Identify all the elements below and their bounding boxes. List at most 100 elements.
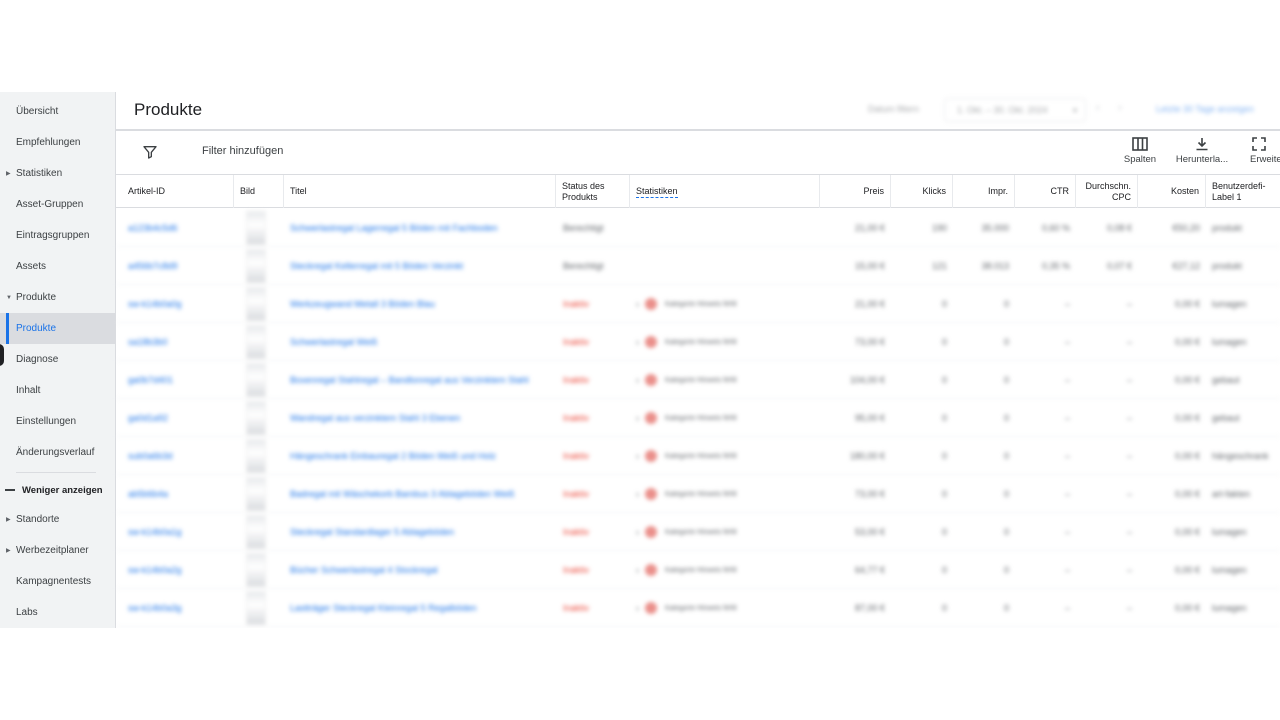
sidebar-item-label: Standorte [16, 514, 60, 525]
table-row[interactable]: sub0a6b3d Hängeschrank Einbauregal 2 Böde… [116, 437, 1280, 475]
item-id-link[interactable]: sw-k14b0a3g [128, 589, 182, 627]
table-row[interactable]: ga0b7d401 Boxenregal Stahlregal – Bandlon… [116, 361, 1280, 399]
item-id-link[interactable]: ga0b7d401 [128, 361, 173, 399]
metric-clicks: 0 [941, 299, 947, 309]
col-header-titel[interactable]: Titel [284, 175, 556, 208]
sidebar-item-produkte[interactable]: Produkte [0, 313, 116, 344]
col-header-status[interactable]: Status des Produkts [556, 175, 630, 208]
col-header-ctr[interactable]: CTR [1015, 175, 1076, 208]
product-title-link[interactable]: Bücher Schwerlastregal 4 Stockregal [290, 551, 438, 589]
item-id-link[interactable]: ab5b6b4a [128, 475, 168, 513]
chevron-right-icon: ▶ [6, 548, 11, 554]
error-icon [645, 336, 657, 348]
col-header-cpc[interactable]: Durchschn. CPC [1076, 175, 1138, 208]
date-range-value: 1. Okt. – 30. Okt. 2024 [957, 105, 1048, 115]
product-title-link[interactable]: Wandregal aus verzinktem Stahl 3 Ebenen [290, 399, 460, 437]
sidebar-item-diagnose[interactable]: Diagnose [0, 344, 116, 375]
item-id-link[interactable]: ga0d1a92 [128, 399, 168, 437]
error-icon [645, 564, 657, 576]
sidebar-item-uebersicht[interactable]: Übersicht [0, 96, 116, 127]
product-image [246, 515, 266, 549]
table-row[interactable]: sw-k14b0a2g Bücher Schwerlastregal 4 Stoc… [116, 551, 1280, 589]
expand-icon[interactable]: › [636, 489, 639, 499]
col-header-preis[interactable]: Preis [820, 175, 891, 208]
expand-icon[interactable]: › [636, 603, 639, 613]
col-header-impr[interactable]: Impr. [953, 175, 1015, 208]
item-id-link[interactable]: a456b7c8d9 [128, 247, 178, 285]
expand-icon[interactable]: › [636, 299, 639, 309]
col-header-bild[interactable]: Bild [234, 175, 284, 208]
sidebar-item-labs[interactable]: Labs [0, 597, 116, 628]
add-filter-button[interactable]: Filter hinzufügen [202, 145, 283, 157]
product-title-link[interactable]: Werkzeugwand Metall 3 Böden Blau [290, 285, 435, 323]
product-status: Inaktiv [563, 565, 590, 575]
product-title-link[interactable]: Badregal mit Wäschekorb Bambus 3 Ablageb… [290, 475, 514, 513]
col-header-statistiken[interactable]: Statistiken [630, 175, 820, 208]
product-image [246, 325, 266, 359]
col-header-label[interactable]: Benutzerdefi-Label 1 [1206, 175, 1280, 208]
custom-label: lumagen [1212, 527, 1247, 537]
date-nav-arrows[interactable]: ‹ › [1096, 102, 1122, 114]
sidebar-group-produkte[interactable]: ▼ Produkte [0, 282, 116, 313]
table-row[interactable]: sw-k14b0a1g Steckregal Standardlager 5 Ab… [116, 513, 1280, 551]
col-header-artikel-id[interactable]: Artikel-ID [116, 175, 234, 208]
date-range-picker[interactable]: 1. Okt. – 30. Okt. 2024 ▾ [944, 98, 1086, 122]
columns-button[interactable]: Spalten [1110, 137, 1170, 173]
table-row[interactable]: a123b4c5d6 Schwerlastregal Lagerregal 5 B… [116, 209, 1280, 247]
filter-icon[interactable] [142, 144, 158, 160]
app-window: Übersicht Empfehlungen ▶ Statistiken Asse… [0, 92, 1280, 628]
col-header-kosten[interactable]: Kosten [1138, 175, 1206, 208]
expand-button[interactable]: Erweitern [1242, 137, 1280, 173]
sidebar-item-aenderungsverlauf[interactable]: Änderungsverlauf [0, 437, 116, 468]
product-title-link[interactable]: Boxenregal Stahlregal – Bandlonregal aus… [290, 361, 529, 399]
sidebar-item-inhalt[interactable]: Inhalt [0, 375, 116, 406]
show-less-toggle[interactable]: Weniger anzeigen [0, 476, 116, 504]
table-row[interactable]: sw-k14b0a3g Lastträger Steckregal Kleinre… [116, 589, 1280, 627]
sidebar-item-statistiken[interactable]: ▶ Statistiken [0, 158, 116, 189]
sidebar-item-asset-gruppen[interactable]: Asset-Gruppen [0, 189, 116, 220]
sidebar-item-standorte[interactable]: ▶ Standorte [0, 504, 116, 535]
table-row[interactable]: sa18b3b0 Schwerlastregal Weiß Inaktiv › Kate… [116, 323, 1280, 361]
sidebar-item-assets[interactable]: Assets [0, 251, 116, 282]
error-icon [645, 488, 657, 500]
date-preset-link[interactable]: Letzte 30 Tage anzeigen [1156, 104, 1254, 114]
sidebar-item-eintragsgruppen[interactable]: Eintragsgruppen [0, 220, 116, 251]
col-header-klicks[interactable]: Klicks [891, 175, 953, 208]
table-row[interactable]: a456b7c8d9 Steckregal Kellerregal mit 5 B… [116, 247, 1280, 285]
expand-icon[interactable]: › [636, 337, 639, 347]
item-id-link[interactable]: sw-k14b0a2g [128, 551, 182, 589]
expand-icon[interactable]: › [636, 451, 639, 461]
item-id-link[interactable]: sw-k14b0a0g [128, 285, 182, 323]
metric-price: 95,00 € [854, 413, 885, 423]
sidebar-item-einstellungen[interactable]: Einstellungen [0, 406, 116, 437]
product-title-link[interactable]: Steckregal Standardlager 5 Ablageböden [290, 513, 454, 551]
table-row[interactable]: ab5b6b4a Badregal mit Wäschekorb Bambus 3… [116, 475, 1280, 513]
product-title-link[interactable]: Schwerlastregal Lagerregal 5 Böden mit F… [290, 209, 498, 247]
expand-icon[interactable]: › [636, 565, 639, 575]
stats-cell: › Kategorie Hinweis fehlt [636, 513, 737, 551]
download-button[interactable]: Herunterla... [1172, 137, 1232, 173]
sidebar-item-empfehlungen[interactable]: Empfehlungen [0, 127, 116, 158]
expand-icon[interactable]: › [636, 413, 639, 423]
metric-impr: 0 [1003, 299, 1009, 309]
product-title-link[interactable]: Lastträger Steckregal Kleinregal 5 Regal… [290, 589, 477, 627]
table-row[interactable]: ga0d1a92 Wandregal aus verzinktem Stahl 3… [116, 399, 1280, 437]
error-icon [645, 602, 657, 614]
expand-icon[interactable]: › [636, 527, 639, 537]
item-id-link[interactable]: sa18b3b0 [128, 323, 168, 361]
table-row[interactable]: sw-k14b0a0g Werkzeugwand Metall 3 Böden B… [116, 285, 1280, 323]
expand-icon[interactable]: › [636, 375, 639, 385]
sidebar-item-label: Eintragsgruppen [16, 230, 90, 241]
stats-message: Kategorie Hinweis fehlt [665, 452, 737, 460]
sidebar-item-kampagnentests[interactable]: Kampagnentests [0, 566, 116, 597]
custom-label: produkt [1212, 261, 1243, 271]
product-title-link[interactable]: Hängeschrank Einbauregal 2 Böden Weiß un… [290, 437, 496, 475]
item-id-link[interactable]: sw-k14b0a1g [128, 513, 182, 551]
product-title-link[interactable]: Schwerlastregal Weiß [290, 323, 377, 361]
chevron-down-icon: ▾ [1072, 105, 1077, 115]
item-id-link[interactable]: sub0a6b3d [128, 437, 173, 475]
sidebar-item-werbezeitplaner[interactable]: ▶ Werbezeitplaner [0, 535, 116, 566]
product-title-link[interactable]: Steckregal Kellerregal mit 5 Böden Verzi… [290, 247, 463, 285]
error-icon [645, 298, 657, 310]
item-id-link[interactable]: a123b4c5d6 [128, 209, 178, 247]
